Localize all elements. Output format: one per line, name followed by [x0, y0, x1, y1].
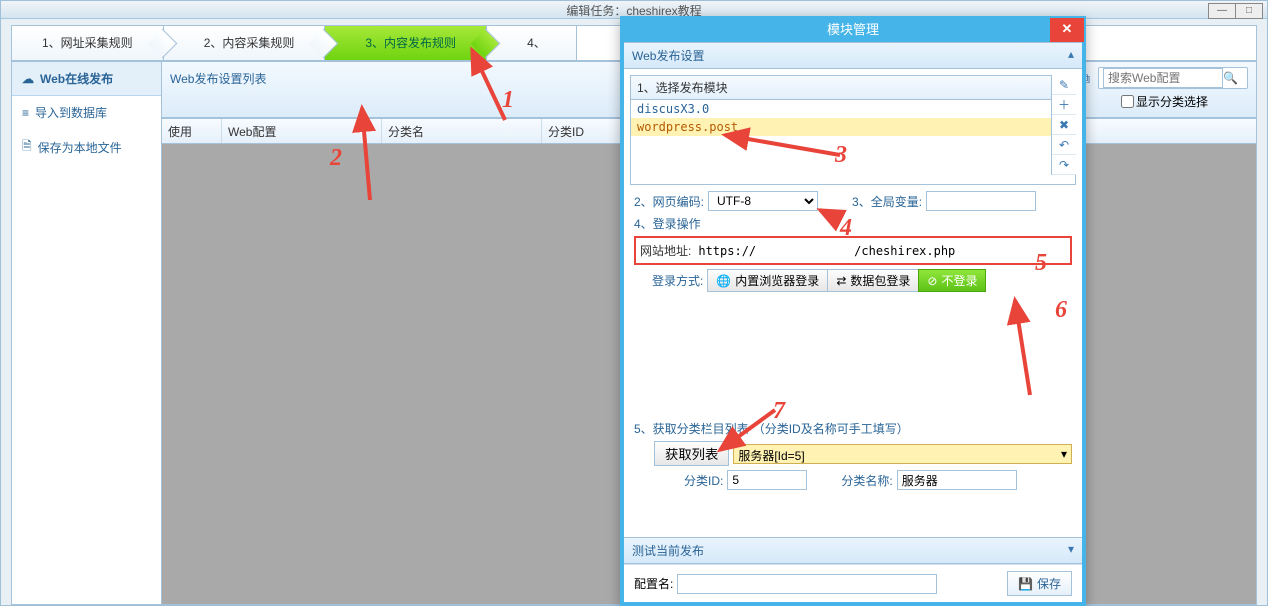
sidebar-web-publish[interactable]: ☁ Web在线发布: [12, 62, 161, 96]
expand-icon[interactable]: ▾: [1068, 542, 1074, 556]
globe-icon: 🌐: [716, 274, 731, 288]
anno-4: 4: [840, 215, 852, 242]
show-category-checkbox[interactable]: 显示分类选择: [1121, 93, 1208, 110]
anno-2: 2: [330, 145, 342, 172]
cat-id-label: 分类ID:: [684, 472, 723, 489]
login-browser-btn[interactable]: 🌐内置浏览器登录: [707, 269, 828, 292]
col-catname: 分类名: [382, 119, 542, 143]
module-item-wordpress[interactable]: wordpress.post: [631, 118, 1075, 136]
database-icon: ≡: [22, 106, 29, 120]
global-var-input[interactable]: [926, 191, 1036, 211]
cat-name-label: 分类名称:: [841, 472, 892, 489]
mod-undo-icon[interactable]: ↶: [1052, 135, 1076, 155]
login-packet-btn[interactable]: ⇄数据包登录: [827, 269, 919, 292]
sidebar-save-local[interactable]: 🗎 保存为本地文件: [12, 129, 161, 166]
step-3[interactable]: 3、内容发布规则: [325, 26, 487, 60]
url-label: 网站地址:: [640, 242, 691, 259]
dialog-title: 模块管理: [827, 22, 879, 37]
search-wrap: 🔍: [1098, 67, 1248, 89]
config-name-input[interactable]: [677, 574, 937, 594]
module-item-discus[interactable]: discusX3.0: [631, 100, 1075, 118]
encoding-label: 2、网页编码:: [634, 193, 704, 210]
mod-del-icon[interactable]: ✖: [1052, 115, 1076, 135]
category-select[interactable]: 服务器[Id=5]▾: [733, 444, 1072, 464]
get-list-button[interactable]: 获取列表: [654, 441, 729, 466]
mod-add-icon[interactable]: ＋: [1052, 95, 1076, 115]
shuffle-icon: ⇄: [836, 274, 846, 288]
login-mode-label: 登录方式:: [652, 272, 703, 289]
anno-5: 5: [1035, 250, 1047, 277]
file-icon: 🗎: [22, 137, 32, 158]
col-cfg: Web配置: [222, 119, 382, 143]
block-icon: ⊘: [927, 274, 937, 288]
url-prefix: https://: [698, 244, 756, 258]
cloud-icon: ☁: [22, 72, 34, 86]
mod-redo-icon[interactable]: ↷: [1052, 155, 1076, 175]
step-2[interactable]: 2、内容采集规则: [164, 26, 326, 60]
left-sidebar: ☁ Web在线发布 ≡ 导入到数据库 🗎 保存为本地文件: [11, 61, 161, 605]
mod-edit-icon[interactable]: ✎: [1052, 75, 1076, 95]
global-var-label: 3、全局变量:: [852, 193, 922, 210]
section-web-settings[interactable]: Web发布设置 ▴: [624, 42, 1082, 69]
config-name-label: 配置名:: [634, 575, 673, 592]
col-use: 使用: [162, 119, 222, 143]
save-button[interactable]: 💾保存: [1007, 571, 1072, 596]
sidebar-import-db[interactable]: ≡ 导入到数据库: [12, 96, 161, 129]
minimize-icon[interactable]: —: [1208, 3, 1236, 19]
url-suffix: /cheshirex.php: [854, 244, 955, 258]
anno-7: 7: [773, 398, 785, 425]
login-none-btn[interactable]: ⊘不登录: [918, 269, 986, 292]
collapse-icon[interactable]: ▴: [1068, 47, 1074, 61]
step-1[interactable]: 1、网址采集规则: [12, 26, 164, 60]
save-icon: 💾: [1018, 577, 1033, 591]
url-row: 网站地址: https:// /cheshirex.php: [634, 236, 1072, 265]
search-input[interactable]: [1103, 68, 1223, 88]
anno-3: 3: [835, 142, 847, 169]
search-icon[interactable]: 🔍: [1223, 71, 1238, 85]
module-list-header: 1、选择发布模块: [631, 76, 1075, 100]
maximize-icon[interactable]: □: [1235, 3, 1263, 19]
module-manager-dialog: 模块管理 ✕ Web发布设置 ▴ 1、选择发布模块 discusX3.0 wor…: [620, 16, 1086, 606]
close-icon[interactable]: ✕: [1050, 18, 1084, 42]
category-section-label: 5、获取分类栏目列表: [634, 420, 749, 437]
section-test-publish[interactable]: 测试当前发布 ▾: [624, 537, 1082, 564]
col-catid: 分类ID: [542, 119, 622, 143]
cat-name-input[interactable]: [897, 470, 1017, 490]
anno-1: 1: [502, 87, 514, 114]
dropdown-icon: ▾: [1061, 447, 1067, 461]
module-list: 1、选择发布模块 discusX3.0 wordpress.post ✎ ＋ ✖…: [630, 75, 1076, 185]
dialog-titlebar: 模块管理 ✕: [624, 20, 1082, 42]
encoding-select[interactable]: UTF-8: [708, 191, 818, 211]
login-op-label: 4、登录操作: [634, 215, 701, 232]
anno-6: 6: [1055, 297, 1067, 324]
cat-id-input[interactable]: [727, 470, 807, 490]
